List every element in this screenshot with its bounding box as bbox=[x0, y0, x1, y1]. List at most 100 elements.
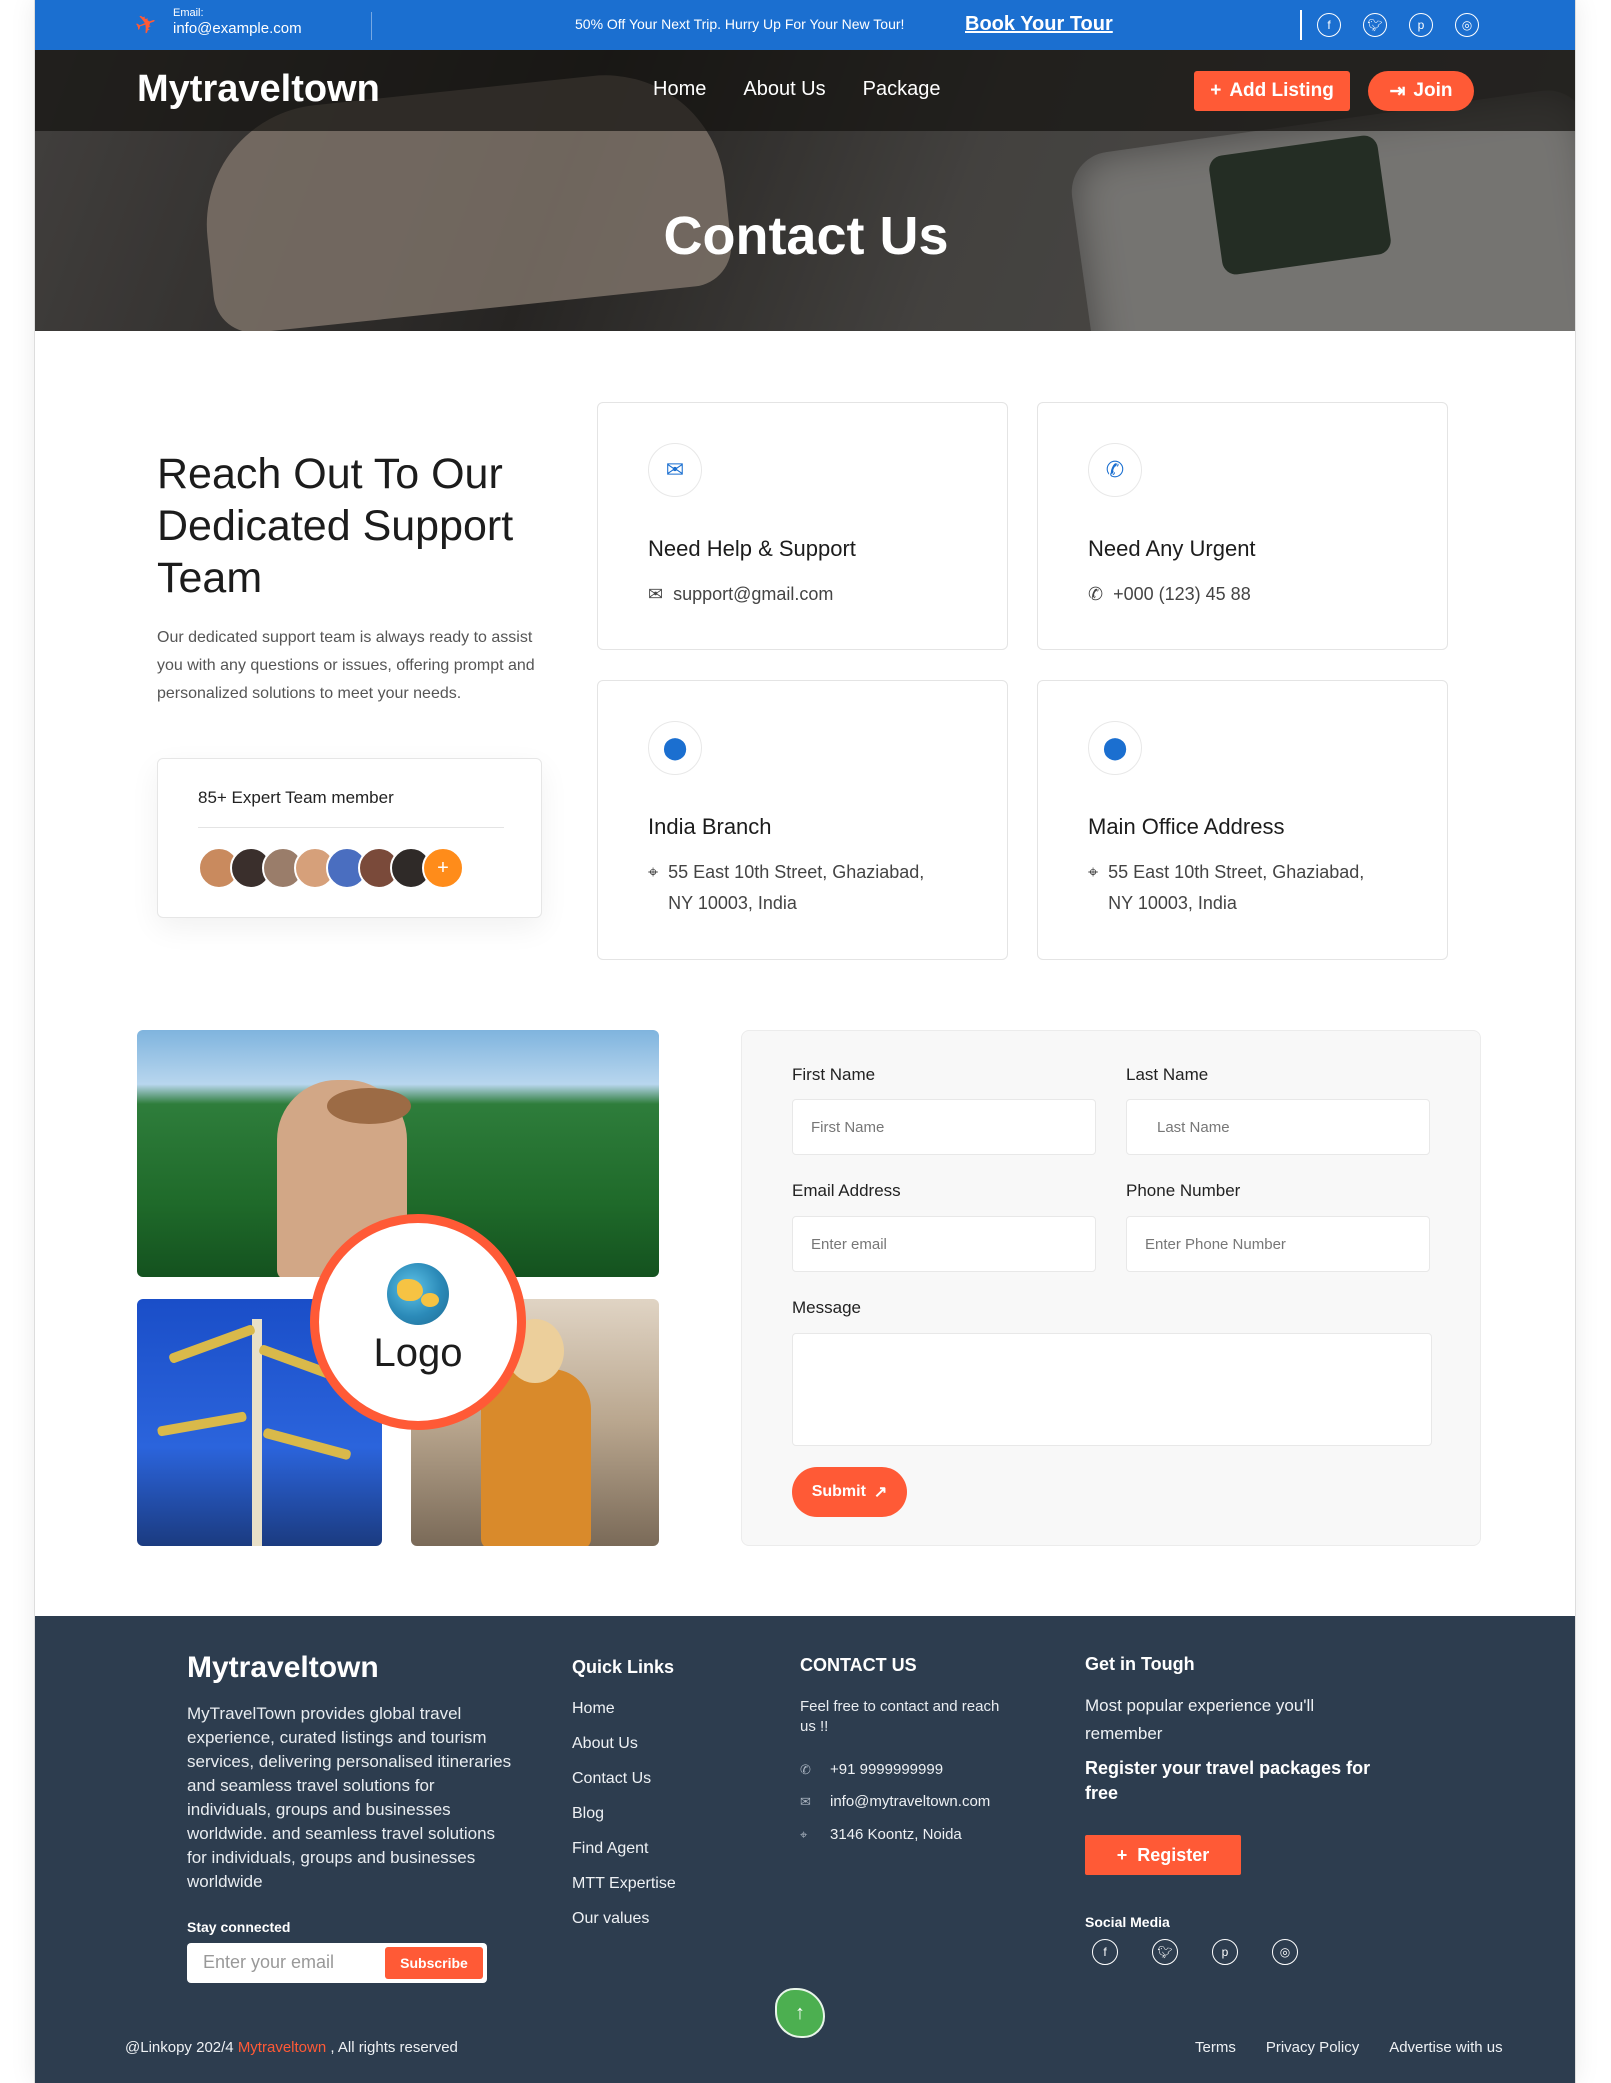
advertise-link[interactable]: Advertise with us bbox=[1389, 2039, 1502, 2056]
promo-text: 50% Off Your Next Trip. Hurry Up For You… bbox=[575, 16, 905, 32]
location-icon: ⌖ bbox=[648, 862, 659, 882]
book-your-tour-link[interactable]: Book Your Tour bbox=[965, 13, 1113, 36]
location-icon: ⌖ bbox=[800, 1826, 808, 1842]
nav-home[interactable]: Home bbox=[653, 78, 706, 101]
contact-card-title: Need Help & Support bbox=[648, 536, 856, 561]
join-label: Join bbox=[1413, 80, 1453, 101]
contact-card-urgent: ✆ Need Any Urgent ✆ +000 (123) 45 88 bbox=[1037, 402, 1448, 650]
copyright-suffix: , All rights reserved bbox=[330, 2039, 458, 2056]
sign-in-icon: ⇥ bbox=[1389, 80, 1406, 102]
team-card: 85+ Expert Team member + bbox=[157, 758, 542, 918]
envelope-icon: ✉ bbox=[648, 584, 664, 604]
footer-link-home[interactable]: Home bbox=[572, 1700, 676, 1718]
pinterest-icon[interactable]: p bbox=[1212, 1939, 1238, 1965]
location-icon: ⬤ bbox=[1088, 721, 1142, 775]
stay-connected-label: Stay connected bbox=[187, 1919, 291, 1935]
urgent-phone[interactable]: +000 (123) 45 88 bbox=[1113, 579, 1251, 610]
phone-input[interactable]: Enter Phone Number bbox=[1126, 1216, 1430, 1272]
phone-icon: ✆ bbox=[1088, 443, 1142, 497]
palm-leaf bbox=[262, 1427, 352, 1461]
terms-link[interactable]: Terms bbox=[1195, 2039, 1236, 2056]
footer: Mytraveltown MyTravelTown provides globa… bbox=[35, 1616, 1575, 2083]
brand-logo[interactable]: Mytraveltown bbox=[137, 68, 380, 111]
arrow-up-right-icon: ↗ bbox=[873, 1484, 888, 1501]
contact-form: First Name First Name Last Name Last Nam… bbox=[741, 1030, 1481, 1546]
submit-button[interactable]: Submit ↗ bbox=[792, 1467, 907, 1517]
palm-leaf bbox=[156, 1411, 248, 1437]
main-nav: Home About Us Package bbox=[653, 78, 977, 101]
contact-us-text: Feel free to contact and reach us !! bbox=[800, 1698, 1000, 1735]
newsletter-form: Enter your email Subscribe bbox=[187, 1943, 487, 1983]
contact-card-india-branch: ⬤ India Branch ⌖ 55 East 10th Street, Gh… bbox=[597, 680, 1008, 960]
facebook-icon[interactable]: f bbox=[1317, 13, 1341, 37]
register-button[interactable]: + Register bbox=[1085, 1835, 1241, 1875]
footer-email-row[interactable]: ✉ info@mytraveltown.com bbox=[800, 1793, 990, 1810]
privacy-policy-link[interactable]: Privacy Policy bbox=[1266, 2039, 1359, 2056]
more-members-icon[interactable]: + bbox=[422, 847, 464, 889]
email-input[interactable]: Enter email bbox=[792, 1216, 1096, 1272]
copyright-brand-link[interactable]: Mytraveltown bbox=[238, 2039, 326, 2056]
contact-card-main-office: ⬤ Main Office Address ⌖ 55 East 10th Str… bbox=[1037, 680, 1448, 960]
last-name-input[interactable]: Last Name bbox=[1126, 1099, 1430, 1155]
envelope-icon: ✉ bbox=[800, 1793, 811, 1809]
page-title: Contact Us bbox=[663, 206, 949, 266]
add-listing-label: Add Listing bbox=[1229, 80, 1334, 101]
footer-link-our-values[interactable]: Our values bbox=[572, 1910, 676, 1928]
traveler-hat bbox=[327, 1088, 411, 1124]
footer-link-blog[interactable]: Blog bbox=[572, 1805, 676, 1823]
footer-phone-row[interactable]: ✆ +91 9999999999 bbox=[800, 1761, 943, 1778]
paper-plane-icon: ✈ bbox=[130, 5, 162, 42]
topbar-email[interactable]: ✈ Email: info@example.com bbox=[131, 6, 302, 42]
copyright-prefix: @Linkopy 202/4 bbox=[125, 2039, 234, 2056]
footer-brand[interactable]: Mytraveltown bbox=[187, 1651, 379, 1685]
contact-card-value[interactable]: ✉ support@gmail.com bbox=[648, 579, 833, 610]
footer-link-about-us[interactable]: About Us bbox=[572, 1735, 676, 1753]
subscribe-button[interactable]: Subscribe bbox=[385, 1947, 483, 1979]
contact-card-value[interactable]: ✆ +000 (123) 45 88 bbox=[1088, 579, 1251, 610]
instagram-icon[interactable]: ◎ bbox=[1272, 1939, 1298, 1965]
support-email[interactable]: support@gmail.com bbox=[673, 579, 833, 610]
logo-text: Logo bbox=[373, 1330, 463, 1375]
twitter-icon[interactable]: 🐦︎ bbox=[1152, 1939, 1178, 1965]
newsletter-email-input[interactable]: Enter your email bbox=[203, 1952, 334, 1973]
address-line-1: 55 East 10th Street, Ghaziabad, bbox=[1108, 862, 1365, 882]
nav-about-us[interactable]: About Us bbox=[743, 78, 825, 101]
nav-package[interactable]: Package bbox=[863, 78, 941, 101]
register-packages-text: Register your travel packages for free bbox=[1085, 1758, 1371, 1803]
first-name-input[interactable]: First Name bbox=[792, 1099, 1096, 1155]
facebook-icon[interactable]: f bbox=[1092, 1939, 1118, 1965]
contact-us-title: CONTACT US bbox=[800, 1655, 917, 1675]
submit-label: Submit bbox=[811, 1483, 866, 1500]
footer-link-find-agent[interactable]: Find Agent bbox=[572, 1840, 676, 1858]
globe-icon bbox=[387, 1262, 449, 1325]
footer-email[interactable]: info@mytraveltown.com bbox=[830, 1793, 990, 1810]
get-in-touch-title: Get in Tough bbox=[1085, 1654, 1195, 1674]
message-textarea[interactable] bbox=[792, 1333, 1432, 1446]
quick-links-list: Home About Us Contact Us Blog Find Agent… bbox=[572, 1700, 676, 1945]
footer-address-row: ⌖ 3146 Koontz, Noida bbox=[800, 1826, 962, 1843]
instagram-icon[interactable]: ◎ bbox=[1455, 13, 1479, 37]
join-button[interactable]: ⇥ Join bbox=[1368, 71, 1474, 111]
get-in-touch-subtitle: Most popular experience you'll remember bbox=[1085, 1696, 1315, 1743]
palm-leaf bbox=[168, 1323, 256, 1365]
email-value[interactable]: info@example.com bbox=[173, 20, 302, 38]
footer-link-mtt-expertise[interactable]: MTT Expertise bbox=[572, 1875, 676, 1893]
twitter-icon[interactable]: 🐦︎ bbox=[1363, 13, 1387, 37]
page-frame: ✈ Email: info@example.com 50% Off Your N… bbox=[34, 0, 1576, 2083]
intro-text: Our dedicated support team is always rea… bbox=[157, 629, 535, 702]
add-listing-button[interactable]: + Add Listing bbox=[1194, 71, 1350, 111]
footer-phone[interactable]: +91 9999999999 bbox=[830, 1761, 943, 1778]
pinterest-icon[interactable]: p bbox=[1409, 13, 1433, 37]
footer-link-contact-us[interactable]: Contact Us bbox=[572, 1770, 676, 1788]
copyright: @Linkopy 202/4 Mytraveltown , All rights… bbox=[125, 2039, 458, 2056]
message-label: Message bbox=[792, 1298, 861, 1317]
envelope-icon: ✉ bbox=[648, 443, 702, 497]
scroll-to-top-button[interactable]: ↑ bbox=[775, 1988, 825, 2038]
logo-badge: Logo bbox=[310, 1214, 526, 1430]
location-icon: ⬤ bbox=[648, 721, 702, 775]
girl-sweater bbox=[481, 1369, 591, 1546]
footer-bottom-links: Terms Privacy Policy Advertise with us bbox=[1195, 2039, 1503, 2056]
footer-description: MyTravelTown provides global travel expe… bbox=[187, 1704, 512, 1891]
contact-card-title: Main Office Address bbox=[1088, 814, 1285, 839]
footer-address: 3146 Koontz, Noida bbox=[830, 1826, 962, 1843]
